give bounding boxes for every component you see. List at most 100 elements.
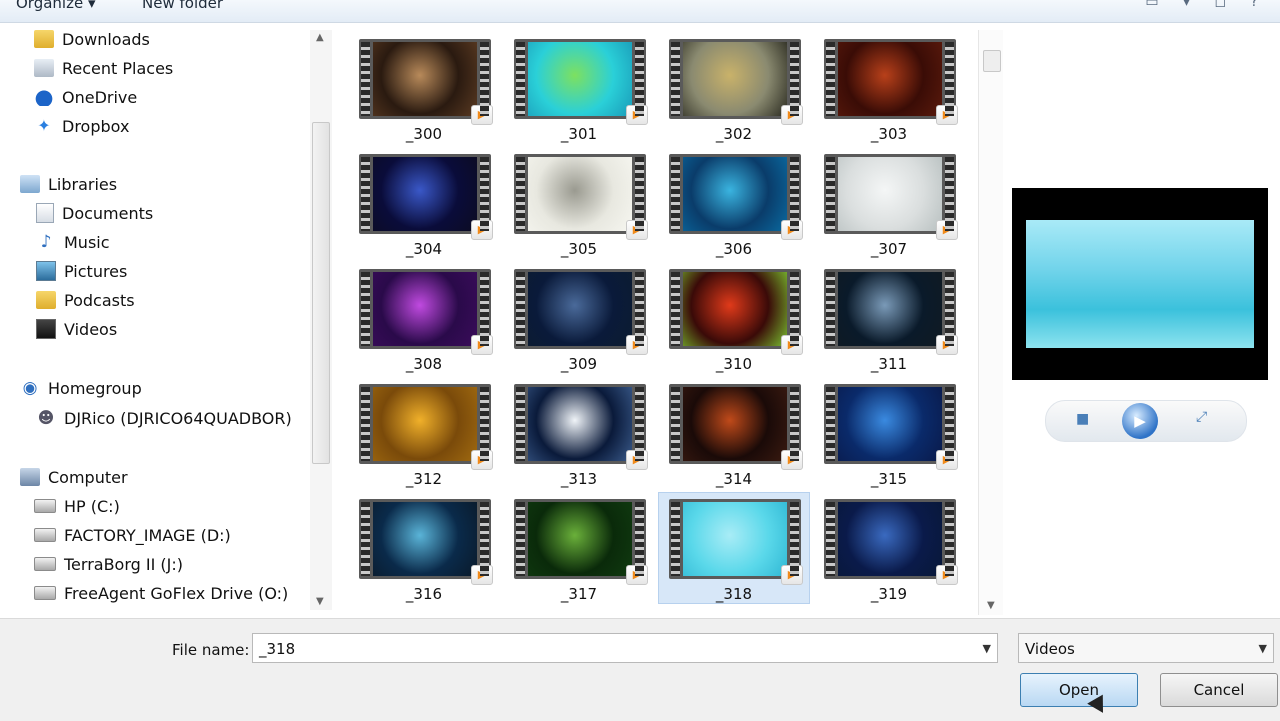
file-item[interactable]: ▶ _310 (658, 262, 810, 374)
navigation-pane: Downloads Recent Places OneDrive ✦ Dropbo… (0, 22, 312, 618)
file-name-label: File name: (172, 641, 250, 659)
nav-item-videos[interactable]: Videos (36, 316, 117, 342)
file-item[interactable]: ▶ _306 (658, 147, 810, 259)
scroll-down-icon[interactable]: ▼ (987, 600, 995, 611)
nav-item-music[interactable]: ♪ Music (36, 229, 110, 255)
video-thumbnail: ▶ (824, 384, 958, 470)
file-item[interactable]: ▶ _316 (348, 492, 500, 604)
organize-button[interactable]: Organize ▾ (16, 0, 96, 12)
folder-icon (34, 30, 54, 48)
media-controls: ■ ▶ ⤢ (1045, 400, 1247, 442)
podcasts-icon (36, 291, 56, 309)
nav-item-libraries[interactable]: Libraries (20, 171, 117, 197)
grid-scroll-thumb[interactable] (983, 50, 1001, 72)
file-type-value: Videos (1025, 640, 1075, 658)
scroll-up-icon[interactable]: ▲ (316, 32, 324, 43)
thumbnail-image (373, 42, 477, 116)
expand-icon[interactable]: ⤢ (1196, 409, 1207, 425)
nav-item-podcasts[interactable]: Podcasts (36, 287, 135, 313)
drive-icon (34, 499, 56, 513)
file-item[interactable]: ▶ _313 (503, 377, 655, 489)
nav-item-drive-c[interactable]: HP (C:) (34, 493, 120, 519)
video-thumbnail: ▶ (669, 39, 803, 125)
nav-label: Recent Places (62, 58, 174, 78)
file-item[interactable]: ▶ _308 (348, 262, 500, 374)
nav-item-homegroup[interactable]: ◉ Homegroup (20, 375, 142, 401)
nav-item-drive-j[interactable]: TerraBorg II (J:) (34, 551, 183, 577)
play-badge-icon: ▶ (936, 335, 958, 355)
thumbnail-image (683, 42, 787, 116)
open-button[interactable]: Open (1020, 673, 1138, 707)
file-item[interactable]: ▶ _317 (503, 492, 655, 604)
thumbnail-image (683, 272, 787, 346)
file-item[interactable]: ▶ _300 (348, 32, 500, 144)
nav-item-onedrive[interactable]: OneDrive (34, 84, 137, 110)
file-item[interactable]: ▶ _318 (658, 492, 810, 604)
video-thumbnail: ▶ (824, 269, 958, 355)
file-item[interactable]: ▶ _314 (658, 377, 810, 489)
file-name: _313 (560, 470, 598, 488)
nav-item-dropbox[interactable]: ✦ Dropbox (34, 113, 129, 139)
file-item[interactable]: ▶ _311 (813, 262, 965, 374)
thumbnail-image (373, 502, 477, 576)
nav-label: Music (64, 232, 110, 252)
file-name: _316 (405, 585, 443, 603)
video-thumbnail: ▶ (514, 154, 648, 240)
nav-item-downloads[interactable]: Downloads (34, 26, 150, 52)
drive-icon (34, 586, 56, 600)
nav-label: Podcasts (64, 290, 135, 310)
new-folder-button[interactable]: New folder (142, 0, 223, 12)
file-name: _303 (870, 125, 908, 143)
scroll-down-icon[interactable]: ▼ (316, 596, 324, 607)
view-options-icon[interactable]: ▭ ▾ ◻ ? (1145, 0, 1268, 10)
nav-item-documents[interactable]: Documents (36, 200, 153, 226)
file-item[interactable]: ▶ _309 (503, 262, 655, 374)
video-thumbnail: ▶ (514, 269, 648, 355)
file-item[interactable]: ▶ _303 (813, 32, 965, 144)
file-item[interactable]: ▶ _305 (503, 147, 655, 259)
video-thumbnail: ▶ (359, 499, 493, 585)
nav-item-recent-places[interactable]: Recent Places (34, 55, 173, 81)
music-icon: ♪ (40, 232, 52, 252)
file-name: _306 (715, 240, 753, 258)
nav-item-user[interactable]: ☻ DJRico (DJRICO64QUADBOR) (36, 405, 292, 431)
file-item[interactable]: ▶ _302 (658, 32, 810, 144)
grid-scrollbar[interactable]: ▼ (978, 30, 1003, 615)
nav-scrollbar[interactable]: ▲ ▼ (310, 30, 332, 610)
play-badge-icon: ▶ (936, 220, 958, 240)
file-name: _311 (870, 355, 908, 373)
file-name: _314 (715, 470, 753, 488)
play-badge-icon: ▶ (471, 105, 493, 125)
nav-item-computer[interactable]: Computer (20, 464, 128, 490)
file-name: _310 (715, 355, 753, 373)
video-thumbnail: ▶ (824, 39, 958, 125)
file-type-select[interactable]: Videos ▼ (1018, 633, 1274, 663)
video-thumbnail: ▶ (359, 269, 493, 355)
nav-label: FreeAgent GoFlex Drive (O:) (64, 583, 289, 603)
nav-label: Dropbox (62, 116, 130, 136)
video-thumbnail: ▶ (824, 499, 958, 585)
nav-scroll-thumb[interactable] (312, 122, 330, 464)
stop-icon[interactable]: ■ (1076, 411, 1089, 427)
file-item[interactable]: ▶ _304 (348, 147, 500, 259)
thumbnail-image (838, 502, 942, 576)
thumbnail-image (373, 272, 477, 346)
file-item[interactable]: ▶ _315 (813, 377, 965, 489)
nav-item-drive-o[interactable]: FreeAgent GoFlex Drive (O:) (34, 580, 288, 606)
thumbnail-image (528, 42, 632, 116)
nav-item-drive-d[interactable]: FACTORY_IMAGE (D:) (34, 522, 231, 548)
toolbar: Organize ▾ New folder ▭ ▾ ◻ ? (0, 0, 1280, 23)
cancel-button[interactable]: Cancel (1160, 673, 1278, 707)
file-item[interactable]: ▶ _301 (503, 32, 655, 144)
file-item[interactable]: ▶ _319 (813, 492, 965, 604)
chevron-down-icon[interactable]: ▼ (983, 634, 991, 664)
nav-label: TerraBorg II (J:) (64, 554, 183, 574)
preview-frame (1026, 220, 1254, 348)
nav-item-pictures[interactable]: Pictures (36, 258, 127, 284)
play-icon[interactable]: ▶ (1122, 403, 1158, 439)
file-name-input[interactable]: _318 ▼ (252, 633, 998, 663)
file-item[interactable]: ▶ _307 (813, 147, 965, 259)
file-name: _317 (560, 585, 598, 603)
file-item[interactable]: ▶ _312 (348, 377, 500, 489)
chevron-down-icon[interactable]: ▼ (1259, 634, 1267, 664)
